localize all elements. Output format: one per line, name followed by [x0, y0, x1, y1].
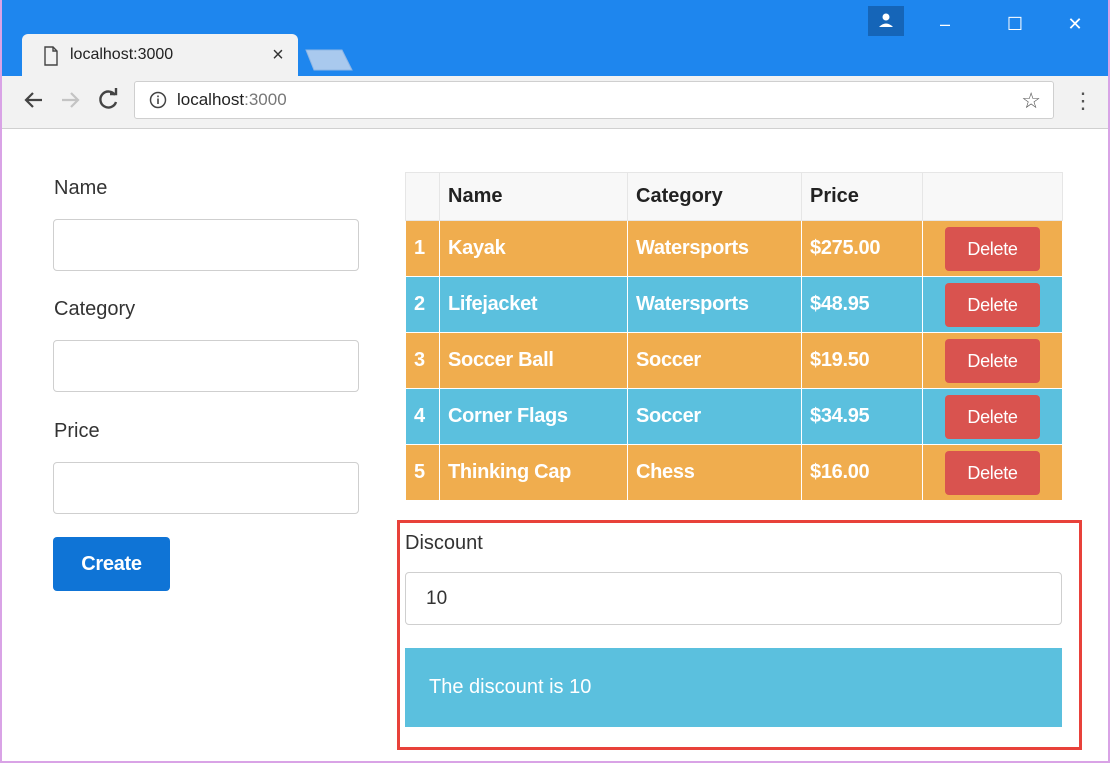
header-name: Name — [439, 172, 628, 221]
delete-button[interactable]: Delete — [945, 450, 1040, 495]
row-index: 5 — [405, 444, 440, 501]
delete-button[interactable]: Delete — [945, 338, 1040, 383]
back-button[interactable] — [20, 86, 48, 114]
row-category: Chess — [627, 444, 802, 501]
table-row: 5 Thinking Cap Chess $16.00 Delete — [405, 444, 1063, 501]
table-row: 3 Soccer Ball Soccer $19.50 Delete — [405, 332, 1063, 389]
row-price: $16.00 — [801, 444, 923, 501]
table-row: 1 Kayak Watersports $275.00 Delete — [405, 220, 1063, 277]
row-index: 4 — [405, 388, 440, 445]
discount-label: Discount — [405, 532, 483, 554]
create-button[interactable]: Create — [53, 537, 170, 591]
person-icon — [879, 13, 893, 27]
table-row: 2 Lifejacket Watersports $48.95 Delete — [405, 276, 1063, 333]
category-label: Category — [54, 298, 136, 320]
row-action-cell: Delete — [922, 220, 1063, 277]
row-price: $34.95 — [801, 388, 923, 445]
discount-message: The discount is 10 — [405, 648, 1062, 727]
delete-button[interactable]: Delete — [945, 394, 1040, 439]
browser-window: localhost:3000 × – ☐ ✕ localhost:3000 ☆ … — [0, 0, 1110, 763]
name-input[interactable] — [53, 219, 359, 271]
tab-close-icon[interactable]: × — [266, 43, 290, 67]
row-category: Soccer — [627, 332, 802, 389]
delete-button[interactable]: Delete — [945, 282, 1040, 327]
tab-title: localhost:3000 — [70, 46, 174, 63]
minimize-button[interactable]: – — [922, 6, 968, 42]
row-name: Kayak — [439, 220, 628, 277]
header-action — [922, 172, 1063, 221]
url-host: localhost — [177, 90, 245, 109]
row-name: Lifejacket — [439, 276, 628, 333]
header-index — [405, 172, 440, 221]
maximize-button[interactable]: ☐ — [992, 6, 1038, 42]
name-label: Name — [54, 177, 108, 199]
row-index: 2 — [405, 276, 440, 333]
forward-button[interactable] — [56, 86, 84, 114]
price-input[interactable] — [53, 462, 359, 514]
url-text: localhost:3000 — [177, 90, 287, 110]
title-bar: localhost:3000 × – ☐ ✕ — [2, 0, 1108, 76]
row-category: Watersports — [627, 220, 802, 277]
row-index: 1 — [405, 220, 440, 277]
browser-toolbar: localhost:3000 ☆ ⋮ — [2, 76, 1108, 129]
reload-icon — [99, 88, 118, 109]
products-table: Name Category Price 1 Kayak Watersports … — [405, 172, 1063, 501]
row-name: Corner Flags — [439, 388, 628, 445]
arrow-right-icon — [62, 92, 80, 108]
page-icon — [44, 46, 58, 66]
row-action-cell: Delete — [922, 276, 1063, 333]
star-icon[interactable]: ☆ — [1021, 88, 1041, 114]
row-category: Watersports — [627, 276, 802, 333]
new-tab-button[interactable] — [304, 48, 354, 72]
profile-button[interactable] — [868, 6, 904, 36]
table-header-row: Name Category Price — [405, 172, 1063, 221]
discount-input[interactable] — [405, 572, 1062, 625]
kebab-menu-icon[interactable]: ⋮ — [1072, 88, 1094, 114]
url-port: :3000 — [244, 90, 287, 109]
row-action-cell: Delete — [922, 388, 1063, 445]
close-window-button[interactable]: ✕ — [1052, 6, 1098, 42]
reload-button[interactable] — [94, 86, 122, 114]
row-category: Soccer — [627, 388, 802, 445]
row-price: $48.95 — [801, 276, 923, 333]
header-price: Price — [801, 172, 923, 221]
row-price: $275.00 — [801, 220, 923, 277]
row-index: 3 — [405, 332, 440, 389]
row-action-cell: Delete — [922, 332, 1063, 389]
row-name: Soccer Ball — [439, 332, 628, 389]
arrow-left-icon — [24, 92, 42, 108]
category-input[interactable] — [53, 340, 359, 392]
address-bar[interactable]: localhost:3000 ☆ — [134, 81, 1054, 119]
row-price: $19.50 — [801, 332, 923, 389]
browser-tab[interactable]: localhost:3000 × — [22, 34, 298, 76]
table-row: 4 Corner Flags Soccer $34.95 Delete — [405, 388, 1063, 445]
price-label: Price — [54, 420, 100, 442]
header-category: Category — [627, 172, 802, 221]
row-name: Thinking Cap — [439, 444, 628, 501]
row-action-cell: Delete — [922, 444, 1063, 501]
delete-button[interactable]: Delete — [945, 226, 1040, 271]
info-icon[interactable] — [149, 91, 167, 109]
